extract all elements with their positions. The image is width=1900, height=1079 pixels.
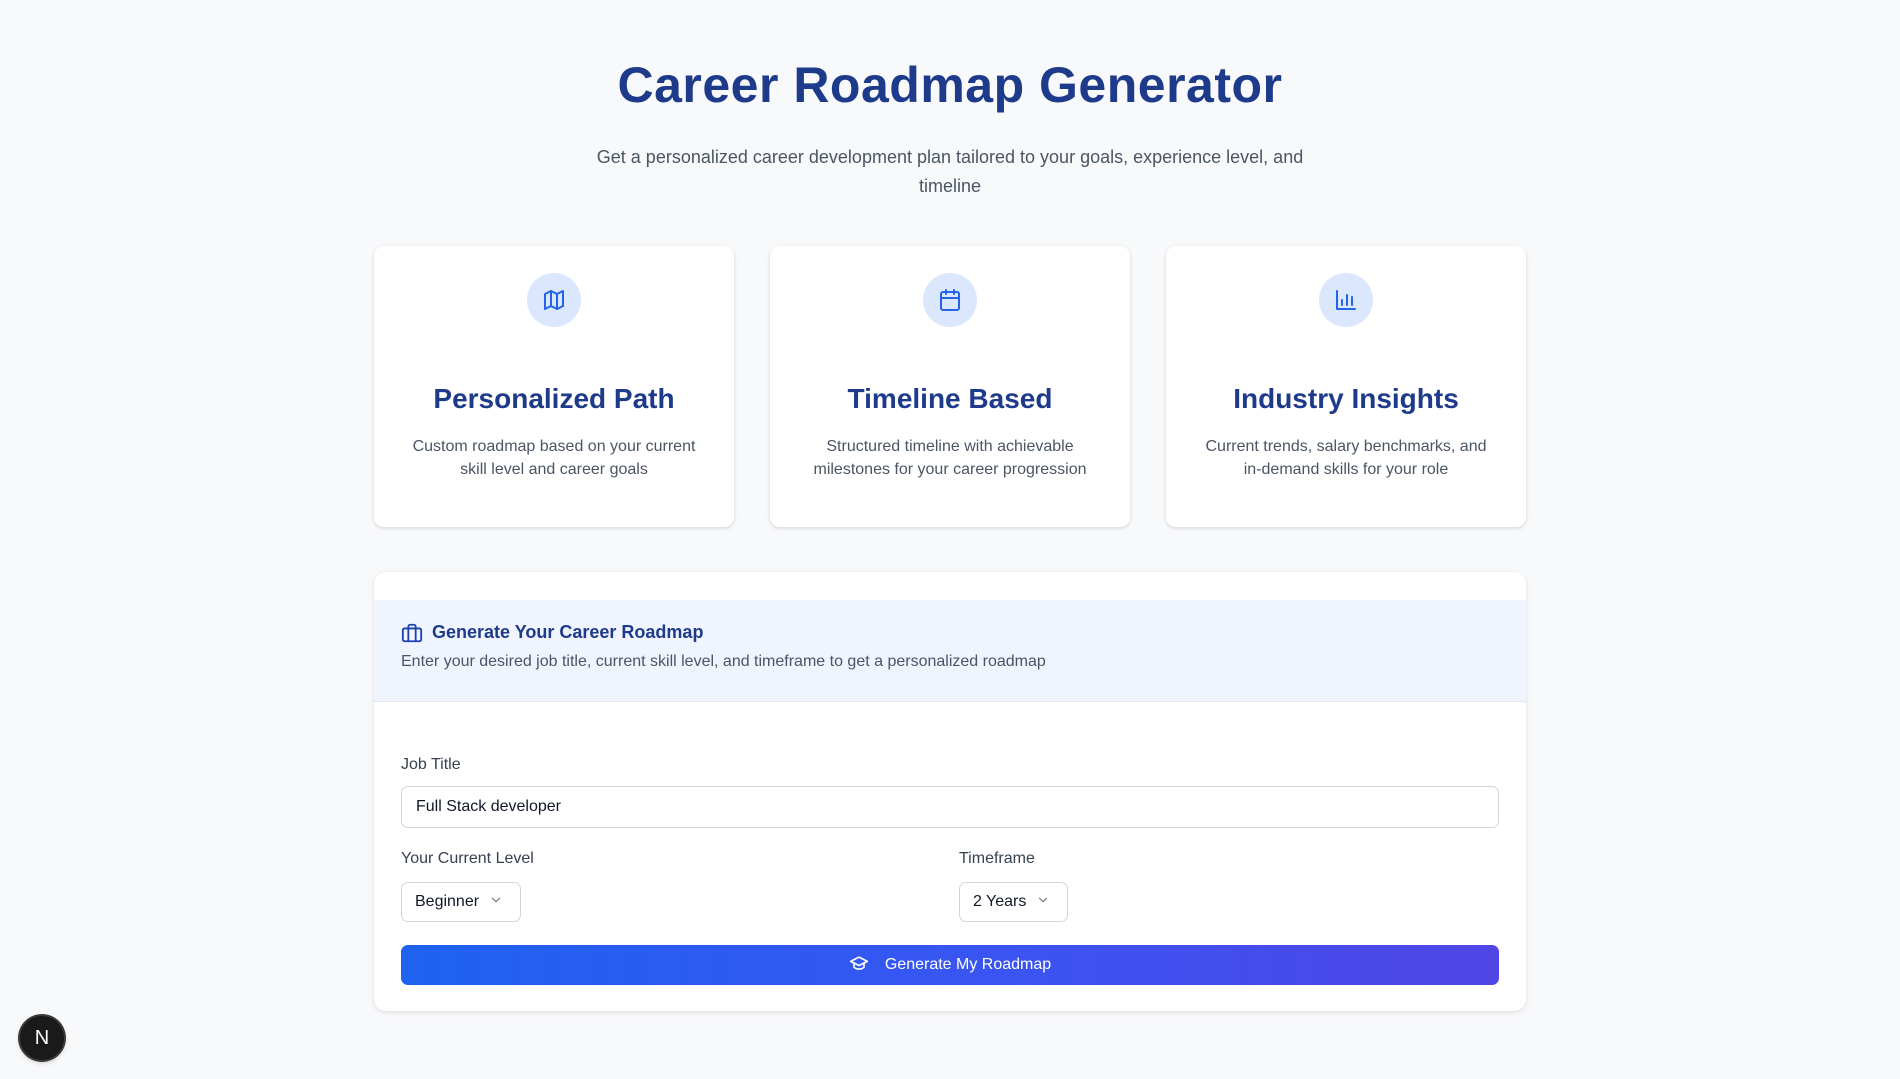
current-level-value: Beginner	[415, 893, 480, 910]
graduation-cap-icon	[849, 953, 869, 978]
form-header: Generate Your Career Roadmap Enter your …	[374, 600, 1526, 702]
timeframe-select[interactable]: 2 Years	[959, 882, 1068, 922]
chevron-down-icon	[1036, 893, 1050, 912]
job-title-label: Job Title	[401, 756, 461, 773]
page-title: Career Roadmap Generator	[617, 57, 1283, 113]
feature-card-industry-insights: Industry Insights Current trends, salary…	[1166, 246, 1526, 527]
current-level-select[interactable]: Beginner	[401, 882, 521, 922]
bar-chart-icon	[1319, 273, 1373, 327]
current-level-label: Your Current Level	[401, 850, 534, 867]
generate-roadmap-button[interactable]: Generate My Roadmap	[401, 945, 1499, 985]
page-subtitle: Get a personalized career development pl…	[596, 147, 1304, 196]
feature-title: Timeline Based	[847, 383, 1053, 414]
feature-description: Structured timeline with achievable mile…	[813, 438, 1087, 478]
feature-description: Current trends, salary benchmarks, and i…	[1205, 438, 1487, 478]
next-dev-badge[interactable]: N	[20, 1016, 64, 1060]
feature-card-personalized-path: Personalized Path Custom roadmap based o…	[374, 246, 734, 527]
badge-letter: N	[34, 1026, 50, 1049]
briefcase-icon	[401, 622, 423, 649]
feature-title: Personalized Path	[433, 383, 675, 414]
generate-roadmap-label: Generate My Roadmap	[884, 956, 1052, 973]
form-description: Enter your desired job title, current sk…	[401, 653, 1046, 670]
form-title: Generate Your Career Roadmap	[432, 622, 704, 642]
calendar-icon	[923, 273, 977, 327]
timeframe-label: Timeframe	[959, 850, 1035, 867]
job-title-input[interactable]	[401, 786, 1499, 828]
feature-card-timeline-based: Timeline Based Structured timeline with …	[770, 246, 1130, 527]
chevron-down-icon	[489, 893, 503, 912]
feature-description: Custom roadmap based on your current ski…	[412, 438, 696, 478]
timeframe-value: 2 Years	[973, 893, 1027, 910]
roadmap-form-card: Generate Your Career Roadmap Enter your …	[374, 572, 1526, 1011]
feature-title: Industry Insights	[1233, 383, 1459, 414]
map-icon	[527, 273, 581, 327]
